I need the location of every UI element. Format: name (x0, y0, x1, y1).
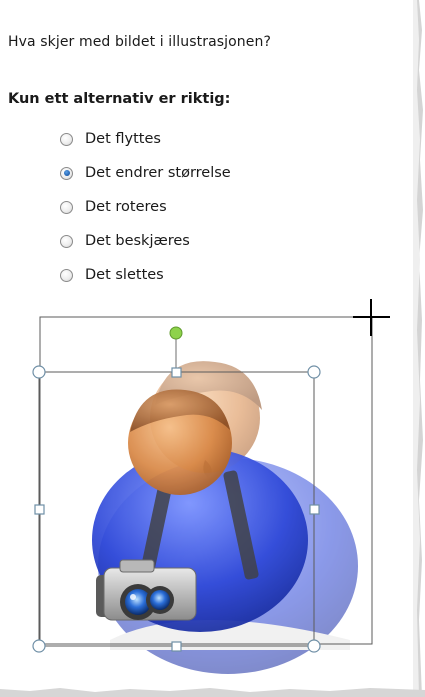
quiz-page: Hva skjer med bildet i illustrasjonen? K… (0, 0, 425, 697)
crosshair-cursor-icon (353, 299, 390, 336)
resize-handle-bottom[interactable] (171, 641, 182, 652)
camera-icon (96, 559, 197, 621)
resize-handle-left[interactable] (34, 504, 45, 515)
resize-handle-top[interactable] (171, 367, 182, 378)
resize-illustration (32, 299, 390, 674)
resize-handle-bottom-right[interactable] (307, 639, 321, 653)
resize-handle-top-left[interactable] (32, 365, 46, 379)
resize-handle-bottom-left[interactable] (32, 639, 46, 653)
resize-handle-top-right[interactable] (307, 365, 321, 379)
rotation-handle[interactable] (169, 326, 183, 340)
resize-handle-right[interactable] (309, 504, 320, 515)
